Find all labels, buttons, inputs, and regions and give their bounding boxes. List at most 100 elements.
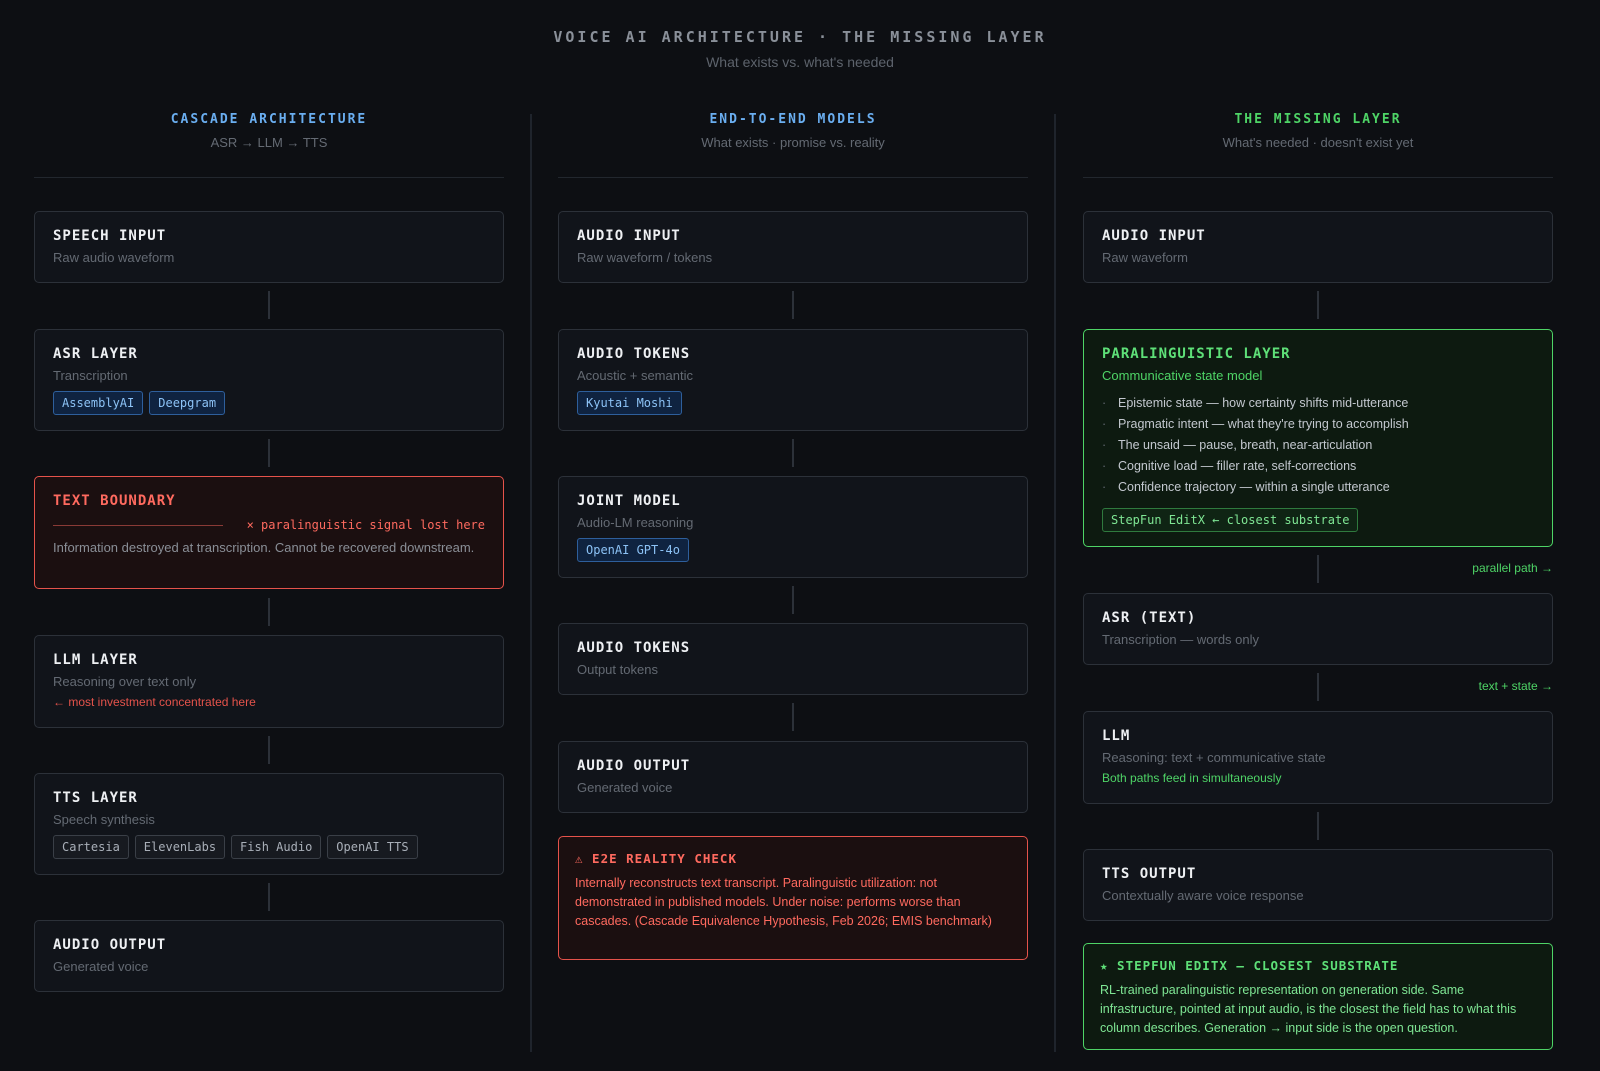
substrate-chips: StepFun EditX ← closest substrate <box>1102 508 1534 532</box>
e2e-reality-check-callout: ⚠ E2E REALITY CHECK Internally reconstru… <box>558 836 1028 960</box>
page-title: VOICE AI ARCHITECTURE · THE MISSING LAYE… <box>553 28 1047 46</box>
vendor-chips: OpenAI GPT-4o <box>577 538 1009 562</box>
asr-text-box: ASR (TEXT) Transcription — words only <box>1083 593 1553 665</box>
vendor-chips: Cartesia ElevenLabs Fish Audio OpenAI TT… <box>53 835 485 859</box>
column-title: THE MISSING LAYER <box>1234 112 1402 127</box>
boundary-rule <box>53 524 223 526</box>
box-subtitle: Reasoning over text only <box>53 674 197 689</box>
box-subtitle: Generated voice <box>577 780 673 795</box>
tts-layer-box: TTS LAYER Speech synthesis Cartesia Elev… <box>34 773 504 875</box>
box-title: AUDIO INPUT <box>577 228 681 244</box>
flow-connector <box>268 883 270 911</box>
audio-output-box: AUDIO OUTPUT Generated voice <box>34 920 504 992</box>
column-divider <box>1054 114 1056 1052</box>
box-subtitle: Communicative state model <box>1102 368 1263 383</box>
audio-input-box: AUDIO INPUT Raw waveform / tokens <box>558 211 1028 283</box>
box-title: AUDIO OUTPUT <box>53 937 167 953</box>
box-subtitle: Generated voice <box>53 959 149 974</box>
column-subtitle: What exists · promise vs. reality <box>701 135 885 150</box>
signal-lost-label: × paralinguistic signal lost here <box>246 518 485 532</box>
box-subtitle: Speech synthesis <box>53 812 155 827</box>
e2e-column: END-TO-END MODELS What exists · promise … <box>558 112 1028 960</box>
paralinguistic-layer-box: PARALINGUISTIC LAYER Communicative state… <box>1083 329 1553 547</box>
asr-layer-box: ASR LAYER Transcription AssemblyAI Deepg… <box>34 329 504 431</box>
box-title: SPEECH INPUT <box>53 228 167 244</box>
box-subtitle: Transcription <box>53 368 128 383</box>
audio-output-box: AUDIO OUTPUT Generated voice <box>558 741 1028 813</box>
boundary-description: Information destroyed at transcription. … <box>53 540 475 555</box>
flow-connector <box>268 439 270 467</box>
box-subtitle: Output tokens <box>577 662 658 677</box>
flow-connector <box>1317 555 1319 583</box>
box-title: ASR LAYER <box>53 346 138 362</box>
callout-title: ⚠ E2E REALITY CHECK <box>575 851 737 866</box>
substrate-chip: StepFun EditX ← closest substrate <box>1102 508 1359 532</box>
speech-input-box: SPEECH INPUT Raw audio waveform <box>34 211 504 283</box>
vendor-chip: Kyutai Moshi <box>577 391 682 415</box>
vendor-chip: Deepgram <box>149 391 226 415</box>
box-title: AUDIO TOKENS <box>577 640 691 656</box>
callout-body: RL-trained paralinguistic representation… <box>1100 983 1517 1035</box>
investment-note: ← most investment concentrated here <box>53 695 256 709</box>
flow-connector <box>268 736 270 764</box>
stepfun-editx-callout: ★ STEPFUN EDITX — CLOSEST SUBSTRATE RL-t… <box>1083 943 1553 1050</box>
state-dimensions-list: Epistemic state — how certainty shifts m… <box>1102 393 1534 498</box>
both-paths-note: Both paths feed in simultaneously <box>1102 771 1282 785</box>
box-subtitle: Raw waveform / tokens <box>577 250 713 265</box>
llm-box: LLM Reasoning: text + communicative stat… <box>1083 711 1553 804</box>
flow-connector <box>792 703 794 731</box>
box-title: PARALINGUISTIC LAYER <box>1102 346 1291 362</box>
vendor-chip: AssemblyAI <box>53 391 144 415</box>
flow-connector <box>268 291 270 319</box>
vendor-chip: OpenAI TTS <box>327 835 418 859</box>
e2e-header: END-TO-END MODELS What exists · promise … <box>558 112 1028 178</box>
box-subtitle: Acoustic + semantic <box>577 368 693 383</box>
box-subtitle: Transcription — words only <box>1102 632 1260 647</box>
audio-input-box: AUDIO INPUT Raw waveform <box>1083 211 1553 283</box>
column-subtitle: ASR → LLM → TTS <box>210 135 328 150</box>
box-subtitle: Contextually aware voice response <box>1102 888 1304 903</box>
audio-tokens-input-box: AUDIO TOKENS Acoustic + semantic Kyutai … <box>558 329 1028 431</box>
list-item: Cognitive load — filler rate, self-corre… <box>1102 456 1534 477</box>
cascade-column: CASCADE ARCHITECTURE ASR → LLM → TTS SPE… <box>34 112 504 992</box>
box-subtitle: Raw waveform <box>1102 250 1188 265</box>
list-item: The unsaid — pause, breath, near-articul… <box>1102 435 1534 456</box>
box-subtitle: Raw audio waveform <box>53 250 175 265</box>
signal-lost-line: × paralinguistic signal lost here <box>53 518 485 532</box>
missing-layer-column: THE MISSING LAYER What's needed · doesn'… <box>1083 112 1553 1050</box>
box-title: TEXT BOUNDARY <box>53 493 176 509</box>
list-item: Epistemic state — how certainty shifts m… <box>1102 393 1534 414</box>
box-title: LLM <box>1102 728 1131 744</box>
box-title: LLM LAYER <box>53 652 138 668</box>
llm-layer-box: LLM LAYER Reasoning over text only ← mos… <box>34 635 504 728</box>
flow-connector <box>792 586 794 614</box>
joint-model-box: JOINT MODEL Audio-LM reasoning OpenAI GP… <box>558 476 1028 578</box>
cascade-header: CASCADE ARCHITECTURE ASR → LLM → TTS <box>34 112 504 178</box>
flow-connector <box>1317 812 1319 840</box>
page-subtitle: What exists vs. what's needed <box>706 54 894 70</box>
flow-connector <box>792 439 794 467</box>
flow-connector <box>792 291 794 319</box>
vendor-chips: AssemblyAI Deepgram <box>53 391 485 415</box>
callout-body: Internally reconstructs text transcript.… <box>575 876 992 928</box>
column-divider <box>530 114 532 1052</box>
vendor-chips: Kyutai Moshi <box>577 391 1009 415</box>
box-title: AUDIO INPUT <box>1102 228 1206 244</box>
box-subtitle: Reasoning: text + communicative state <box>1102 750 1326 765</box>
missing-layer-header: THE MISSING LAYER What's needed · doesn'… <box>1083 112 1553 178</box>
parallel-path-note: parallel path → <box>1472 561 1553 575</box>
vendor-chip: Cartesia <box>53 835 129 859</box>
box-title: JOINT MODEL <box>577 493 681 509</box>
tts-output-box: TTS OUTPUT Contextually aware voice resp… <box>1083 849 1553 921</box>
list-item: Confidence trajectory — within a single … <box>1102 477 1534 498</box>
box-title: TTS LAYER <box>53 790 138 806</box>
audio-tokens-output-box: AUDIO TOKENS Output tokens <box>558 623 1028 695</box>
text-boundary-box: TEXT BOUNDARY × paralinguistic signal lo… <box>34 476 504 589</box>
box-subtitle: Audio-LM reasoning <box>577 515 694 530</box>
column-subtitle: What's needed · doesn't exist yet <box>1222 135 1414 150</box>
flow-connector <box>1317 291 1319 319</box>
vendor-chip: ElevenLabs <box>134 835 226 859</box>
vendor-chip: OpenAI GPT-4o <box>577 538 689 562</box>
column-title: CASCADE ARCHITECTURE <box>170 112 368 127</box>
list-item: Pragmatic intent — what they're trying t… <box>1102 414 1534 435</box>
